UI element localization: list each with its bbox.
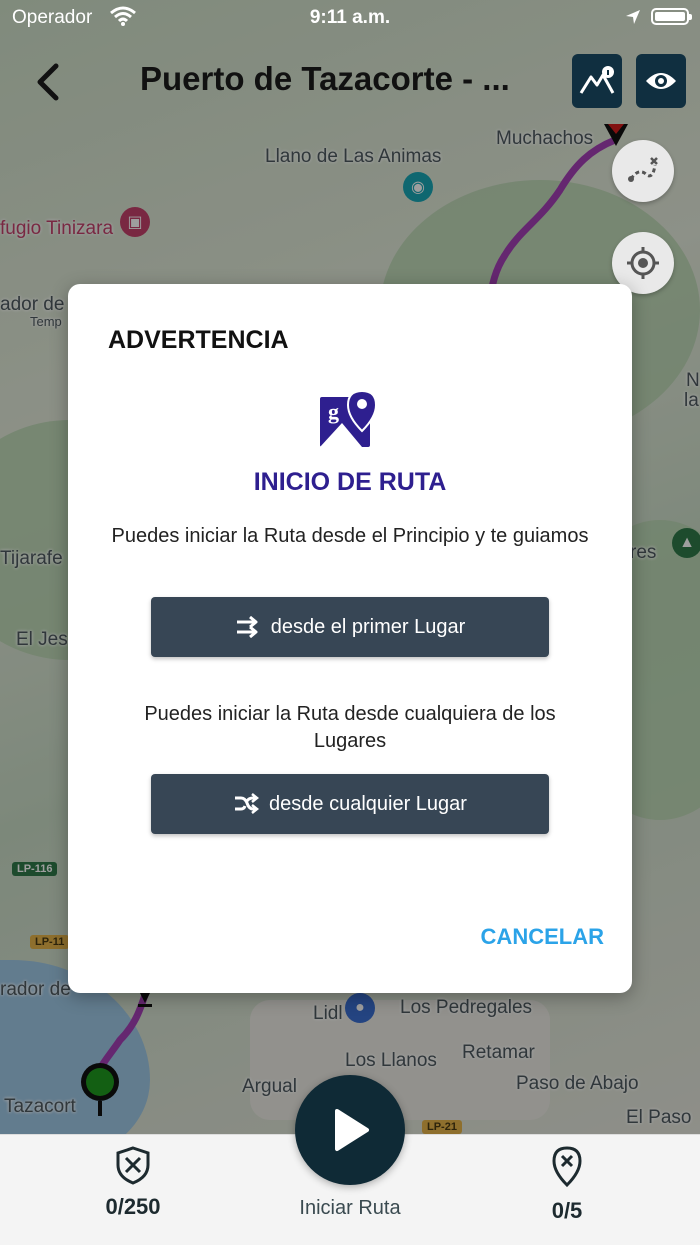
arrows-right-icon [236, 616, 258, 638]
bottom-bar: 0/250 Iniciar Ruta 0/5 [0, 1075, 700, 1245]
dialog-title: ADVERTENCIA [108, 326, 289, 354]
dialog-heading: INICIO DE RUTA [253, 468, 447, 496]
map-marker-icon: g [320, 389, 378, 447]
start-first-place-label: desde el primer Lugar [270, 615, 466, 638]
crosshair-icon [627, 247, 659, 279]
places-value: 0/5 [551, 1198, 583, 1223]
start-any-place-button[interactable]: desde cualquier Lugar [151, 774, 549, 834]
eye-icon [646, 73, 676, 89]
battery-icon [651, 8, 692, 25]
play-icon [335, 1109, 369, 1151]
location-arrow-icon [626, 10, 640, 24]
start-route-button[interactable] [295, 1075, 405, 1185]
shield-tools-icon [116, 1146, 150, 1185]
mountain-info-icon [579, 66, 615, 94]
start-first-place-button[interactable]: desde el primer Lugar [151, 597, 549, 657]
page-title: Puerto de Tazacorte - ... [140, 60, 510, 97]
route-map-icon [628, 157, 658, 182]
svg-text:g: g [328, 399, 339, 424]
places-counter[interactable]: 0/5 [517, 1145, 617, 1224]
back-button[interactable] [28, 58, 68, 106]
clock: 9:11 a.m. [309, 7, 391, 28]
first-place-description: Puedes iniciar la Ruta desde el Principi… [111, 525, 589, 547]
shuffle-icon [235, 793, 260, 814]
status-bar: Operador 9:11 a.m. [0, 0, 700, 36]
chevron-left-icon [37, 63, 59, 101]
cancel-button[interactable]: CANCELAR [481, 924, 604, 950]
route-info-button[interactable] [572, 54, 622, 108]
any-place-description: Puedes iniciar la Ruta desde cualquiera … [144, 703, 556, 752]
visibility-button[interactable] [636, 54, 686, 108]
map-pin-icon [552, 1146, 582, 1188]
nav-header: Puerto de Tazacorte - ... [0, 36, 700, 128]
route-start-dialog: ADVERTENCIA g INICIO DE RUTA Puedes inic… [68, 284, 632, 993]
start-any-place-label: desde cualquier Lugar [269, 792, 467, 815]
route-overview-button[interactable] [612, 140, 674, 202]
